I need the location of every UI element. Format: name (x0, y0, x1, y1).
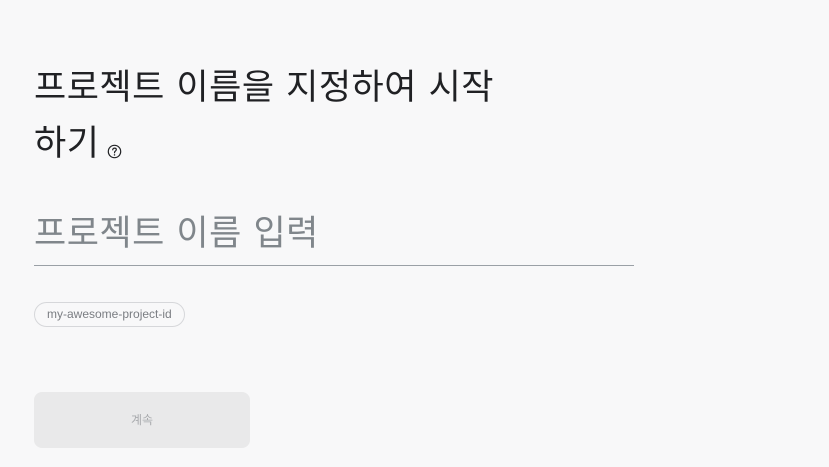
project-id-chip[interactable]: my-awesome-project-id (34, 302, 185, 327)
continue-button[interactable]: 계속 (34, 392, 250, 448)
question-circle-icon[interactable] (107, 120, 122, 158)
page-title-text: 프로젝트 이름을 지정하여 시작하기 (34, 68, 494, 164)
project-name-field-wrapper (34, 204, 634, 266)
page-title: 프로젝트 이름을 지정하여 시작하기 (34, 60, 504, 172)
title-block: 프로젝트 이름을 지정하여 시작하기 (34, 60, 504, 172)
create-project-page: 프로젝트 이름을 지정하여 시작하기 my-awesome-project-id… (0, 0, 829, 467)
project-name-input[interactable] (34, 204, 634, 264)
